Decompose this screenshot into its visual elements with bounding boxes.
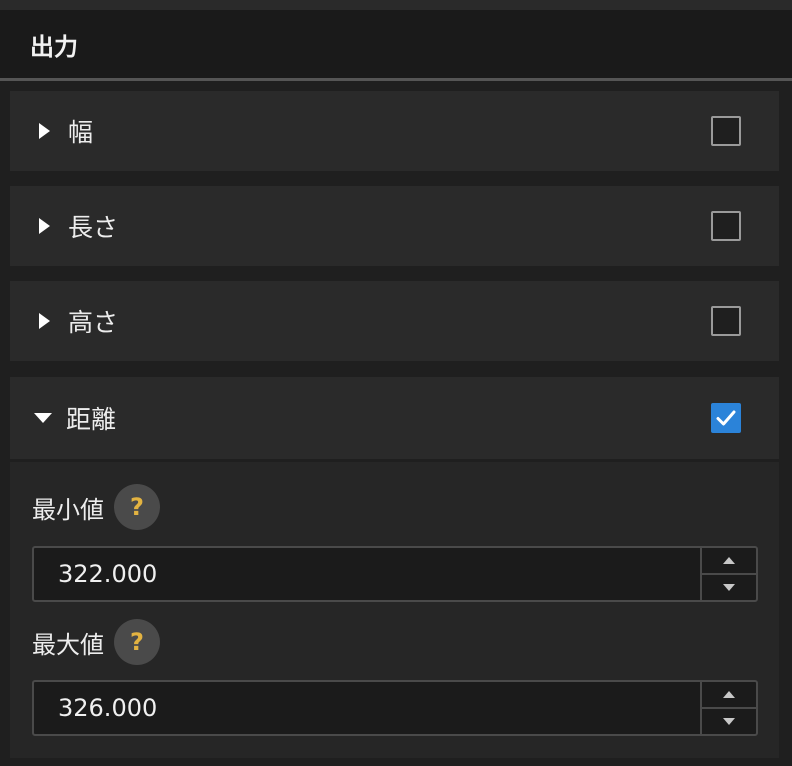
distance-settings: 最小値 ? 322.000 最大値 ? 326.000 xyxy=(10,462,779,758)
arrow-down-icon xyxy=(723,718,735,725)
section-height-label: 高さ xyxy=(68,308,119,337)
min-help-mark: ? xyxy=(130,493,144,521)
max-help-mark: ? xyxy=(130,628,144,656)
caret-right-icon[interactable] xyxy=(39,218,50,234)
min-value-spinbox[interactable]: 322.000 xyxy=(32,546,758,602)
top-strip xyxy=(0,0,792,10)
section-length[interactable]: 長さ xyxy=(10,186,779,266)
question-mark-icon[interactable]: ? xyxy=(114,484,160,530)
max-value-input[interactable]: 326.000 xyxy=(34,694,700,722)
section-length-label: 長さ xyxy=(68,213,119,242)
section-distance-checkbox[interactable] xyxy=(711,403,741,433)
arrow-up-icon xyxy=(723,691,735,698)
section-width[interactable]: 幅 xyxy=(10,91,779,171)
section-length-checkbox[interactable] xyxy=(711,211,741,241)
max-value-label: 最大値 xyxy=(32,630,104,659)
caret-down-icon[interactable] xyxy=(34,413,52,423)
min-value-decrement-button[interactable] xyxy=(702,573,756,600)
section-height-checkbox[interactable] xyxy=(711,306,741,336)
max-value-increment-button[interactable] xyxy=(702,682,756,707)
max-value-spinbox[interactable]: 326.000 xyxy=(32,680,758,736)
arrow-up-icon xyxy=(723,557,735,564)
section-width-checkbox[interactable] xyxy=(711,116,741,146)
min-value-increment-button[interactable] xyxy=(702,548,756,573)
min-value-label: 最小値 xyxy=(32,495,104,524)
caret-right-icon[interactable] xyxy=(39,313,50,329)
checkmark-icon xyxy=(716,410,736,426)
panel-title: 出力 xyxy=(30,32,78,61)
section-height[interactable]: 高さ xyxy=(10,281,779,361)
panel-header: 出力 xyxy=(0,10,792,81)
caret-right-icon[interactable] xyxy=(39,123,50,139)
min-value-stepper xyxy=(700,548,756,600)
section-distance[interactable]: 距離 xyxy=(10,377,779,459)
max-value-decrement-button[interactable] xyxy=(702,707,756,734)
question-mark-icon[interactable]: ? xyxy=(114,619,160,665)
min-value-label-row: 最小値 ? xyxy=(32,484,160,530)
max-value-label-row: 最大値 ? xyxy=(32,619,160,665)
max-value-stepper xyxy=(700,682,756,734)
output-panel: 出力 幅 長さ 高さ 距離 最小値 ? 322.000 最大値 ? 326.00… xyxy=(0,0,792,766)
section-distance-label: 距離 xyxy=(66,405,117,434)
arrow-down-icon xyxy=(723,584,735,591)
section-width-label: 幅 xyxy=(68,118,94,147)
min-value-input[interactable]: 322.000 xyxy=(34,560,700,588)
